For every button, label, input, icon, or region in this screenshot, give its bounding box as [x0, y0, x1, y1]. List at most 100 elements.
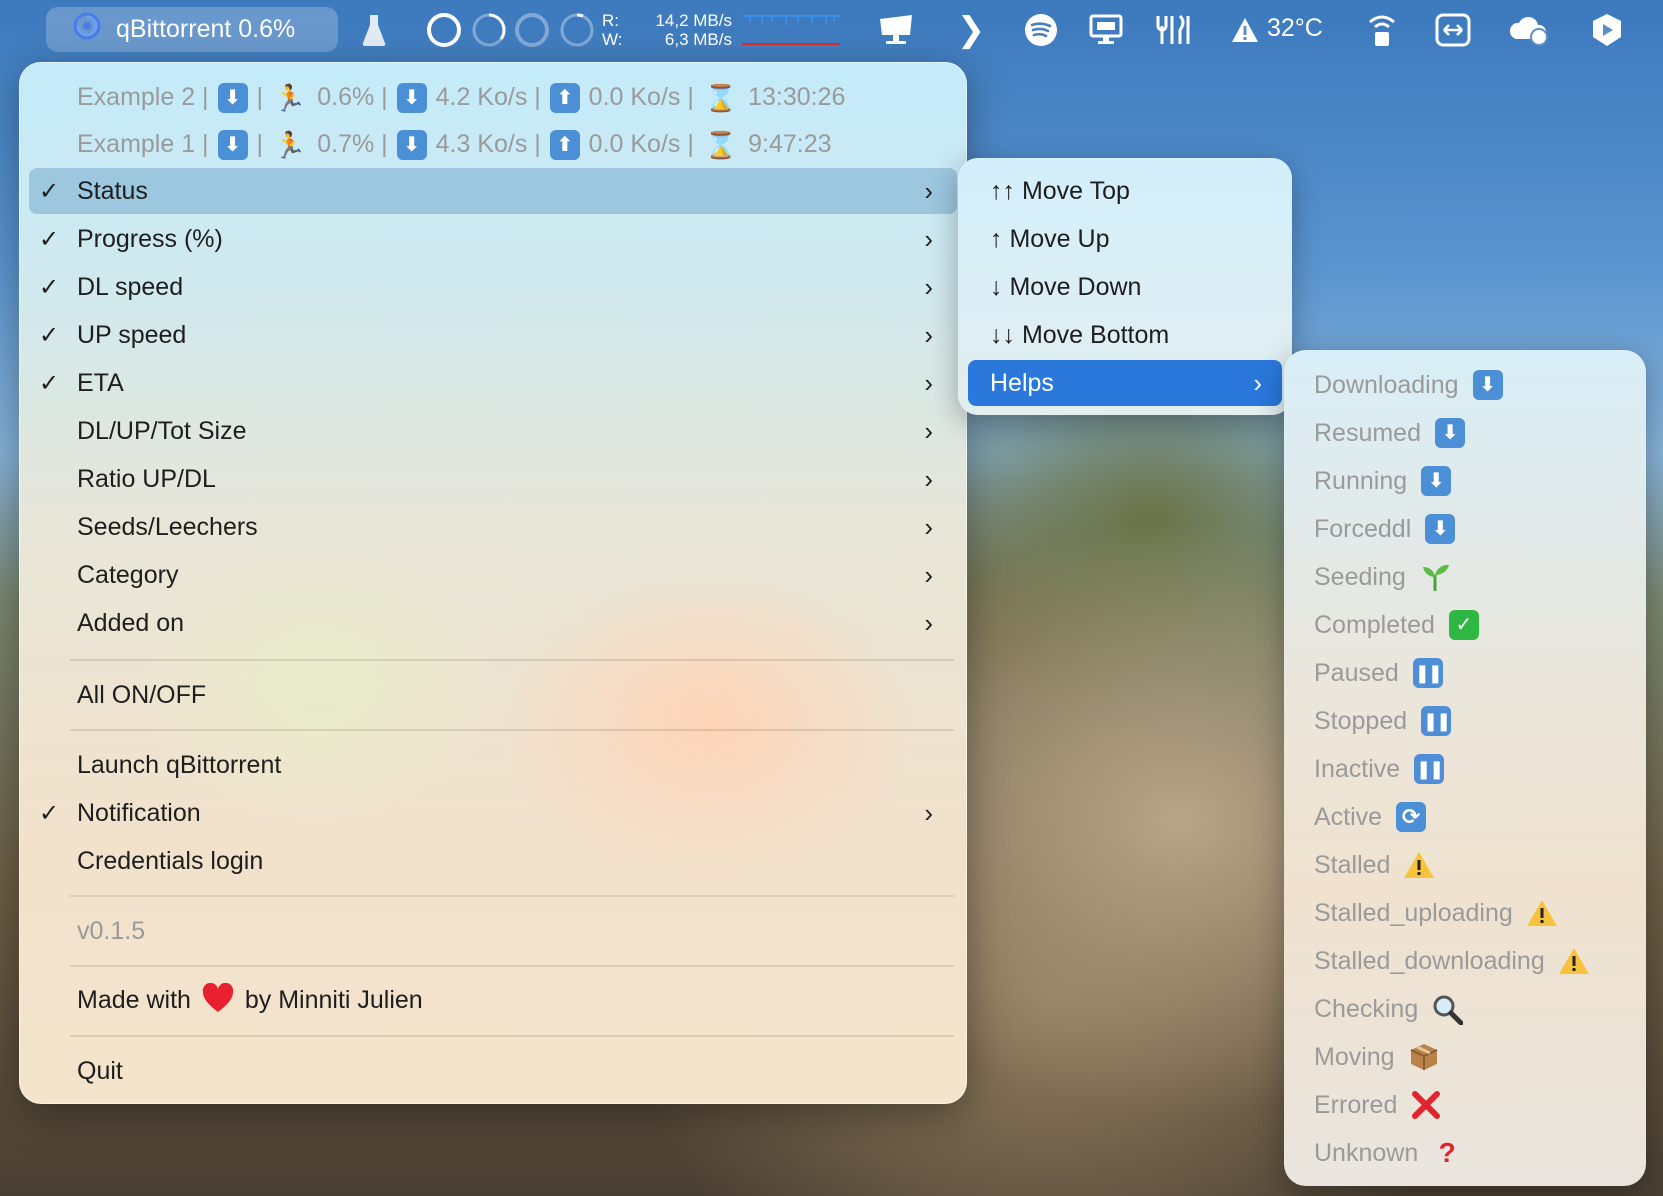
help-item-errored[interactable]: Errored [1314, 1082, 1443, 1128]
help-item-stalled[interactable]: Stalled [1314, 842, 1436, 888]
checkmark-icon: ✓ [39, 273, 60, 301]
menu-item-notification[interactable]: ✓ Notification › [29, 790, 957, 836]
temperature-readout[interactable]: 32°C [1267, 14, 1323, 43]
torrent-progress: 0.7% | [317, 129, 388, 158]
flask-icon[interactable] [360, 10, 388, 50]
menu-item-category[interactable]: Category › [29, 552, 957, 598]
menu-item-label: Status [77, 176, 148, 205]
help-item-active[interactable]: Active ⟳ [1314, 794, 1428, 840]
help-item-stalled-downloading[interactable]: Stalled_downloading [1314, 938, 1591, 984]
menu-item-quit[interactable]: Quit [29, 1048, 957, 1094]
wifi-lock-icon[interactable] [1366, 10, 1398, 50]
menu-item-seeds-leechers[interactable]: Seeds/Leechers › [29, 504, 957, 550]
help-item-paused[interactable]: Paused ❚❚ [1314, 650, 1445, 696]
package-icon [1407, 1040, 1441, 1074]
menu-item-label: ↑↑ Move Top [990, 176, 1130, 205]
spotify-icon[interactable] [1022, 10, 1060, 50]
runner-icon: 🏃 [273, 82, 307, 113]
download-arrow-icon: ⬇ [396, 130, 427, 160]
checkmark-icon: ✓ [39, 321, 60, 349]
torrent-row[interactable]: Example 2 | ⬇ | 🏃 0.6% | ⬇ 4.2 Ko/s | ⬆ … [29, 75, 957, 121]
chevron-right-icon: › [924, 415, 933, 446]
menu-item-progress[interactable]: ✓ Progress (%) › [29, 216, 957, 262]
ring-icon[interactable] [559, 10, 595, 50]
menu-item-credits[interactable]: Made with by Minniti Julien [29, 978, 957, 1024]
help-label: Resumed [1314, 418, 1421, 447]
cpu-ring-icon[interactable] [427, 10, 461, 50]
chevron-right-icon: › [1253, 367, 1262, 398]
chevron-right-icon: › [924, 559, 933, 590]
help-item-unknown[interactable]: Unknown ? [1314, 1130, 1464, 1176]
menu-separator [70, 1035, 954, 1037]
warning-icon[interactable] [1230, 10, 1260, 50]
move-top-item[interactable]: ↑↑ Move Top [968, 168, 1282, 214]
magnifier-icon [1430, 992, 1464, 1026]
menu-item-label: Category [77, 560, 179, 589]
help-item-stalled-uploading[interactable]: Stalled_uploading [1314, 890, 1559, 936]
warning-icon [1525, 896, 1559, 930]
chevron-right-icon[interactable]: ❯ [956, 10, 986, 50]
shield-play-icon[interactable] [1590, 10, 1624, 50]
help-item-checking[interactable]: Checking [1314, 986, 1464, 1032]
help-item-moving[interactable]: Moving [1314, 1034, 1441, 1080]
menu-item-dl-speed[interactable]: ✓ DL speed › [29, 264, 957, 310]
dishes-icon[interactable] [1153, 10, 1193, 50]
check-box-icon: ✓ [1448, 610, 1479, 640]
help-label: Forceddl [1314, 514, 1412, 543]
menu-item-status[interactable]: ✓ Status › [29, 168, 957, 214]
menu-item-label: Progress (%) [77, 224, 223, 253]
help-item-downloading[interactable]: Downloading ⬇ [1314, 362, 1505, 408]
help-label: Stopped [1314, 706, 1408, 735]
torrent-name: Example 1 | [77, 129, 209, 158]
ring-icon[interactable] [515, 10, 549, 50]
menu-item-ratio[interactable]: Ratio UP/DL › [29, 456, 957, 502]
torrent-row[interactable]: Example 1 | ⬇ | 🏃 0.7% | ⬇ 4.3 Ko/s | ⬆ … [29, 122, 957, 168]
menu-item-eta[interactable]: ✓ ETA › [29, 360, 957, 406]
help-label: Stalled_uploading [1314, 898, 1513, 927]
menu-item-label: All ON/OFF [77, 680, 207, 709]
torrent-eta: 9:47:23 [748, 129, 832, 158]
qbittorrent-status-item[interactable]: qBittorrent 0.6% [46, 7, 338, 52]
pause-icon: ❚❚ [1421, 706, 1451, 736]
help-item-resumed[interactable]: Resumed ⬇ [1314, 410, 1467, 456]
help-item-completed[interactable]: Completed ✓ [1314, 602, 1481, 648]
help-item-seeding[interactable]: Seeding [1314, 554, 1452, 600]
chevron-right-icon: › [924, 175, 933, 206]
move-up-item[interactable]: ↑ Move Up [968, 216, 1282, 262]
help-label: Stalled_downloading [1314, 946, 1545, 975]
menu-item-label: Seeds/Leechers [77, 512, 258, 541]
menu-item-size[interactable]: DL/UP/Tot Size › [29, 408, 957, 454]
warning-icon [1402, 848, 1436, 882]
move-bottom-item[interactable]: ↓↓ Move Bottom [968, 312, 1282, 358]
credits-prefix: Made with [77, 985, 191, 1014]
menu-item-all-on-off[interactable]: All ON/OFF [29, 672, 957, 718]
remote-arrows-icon[interactable] [1434, 10, 1472, 50]
helps-item[interactable]: Helps › [968, 360, 1282, 406]
menu-item-label: ↓↓ Move Bottom [990, 320, 1170, 349]
help-item-stopped[interactable]: Stopped ❚❚ [1314, 698, 1453, 744]
menu-item-label: ETA [77, 368, 124, 397]
help-item-forceddl[interactable]: Forceddl ⬇ [1314, 506, 1457, 552]
menu-separator [70, 659, 954, 661]
spinner-ring-icon[interactable] [471, 10, 507, 50]
credits-suffix: by Minniti Julien [244, 985, 423, 1014]
move-down-item[interactable]: ↓ Move Down [968, 264, 1282, 310]
menu-item-label: DL/UP/Tot Size [77, 416, 247, 445]
download-arrow-icon: ⬇ [1425, 514, 1456, 544]
read-label: R: [602, 11, 619, 30]
cloud-sync-icon[interactable] [1506, 10, 1552, 50]
help-item-inactive[interactable]: Inactive ❚❚ [1314, 746, 1446, 792]
help-label: Running [1314, 466, 1408, 495]
menu-item-label: v0.1.5 [77, 916, 146, 945]
menu-item-launch[interactable]: Launch qBittorrent [29, 742, 957, 788]
heart-icon [202, 982, 234, 1020]
menu-item-credentials[interactable]: Credentials login [29, 838, 957, 884]
menu-item-up-speed[interactable]: ✓ UP speed › [29, 312, 957, 358]
menu-item-added-on[interactable]: Added on › [29, 600, 957, 646]
monitor-icon[interactable] [1087, 10, 1125, 50]
chevron-right-icon: › [924, 511, 933, 542]
menu-bar: qBittorrent 0.6% R: W: 14,2 MB/s 6,3 MB/… [0, 0, 1663, 60]
cross-icon [1409, 1088, 1443, 1122]
display-stand-icon[interactable] [874, 10, 918, 50]
help-item-running[interactable]: Running ⬇ [1314, 458, 1453, 504]
